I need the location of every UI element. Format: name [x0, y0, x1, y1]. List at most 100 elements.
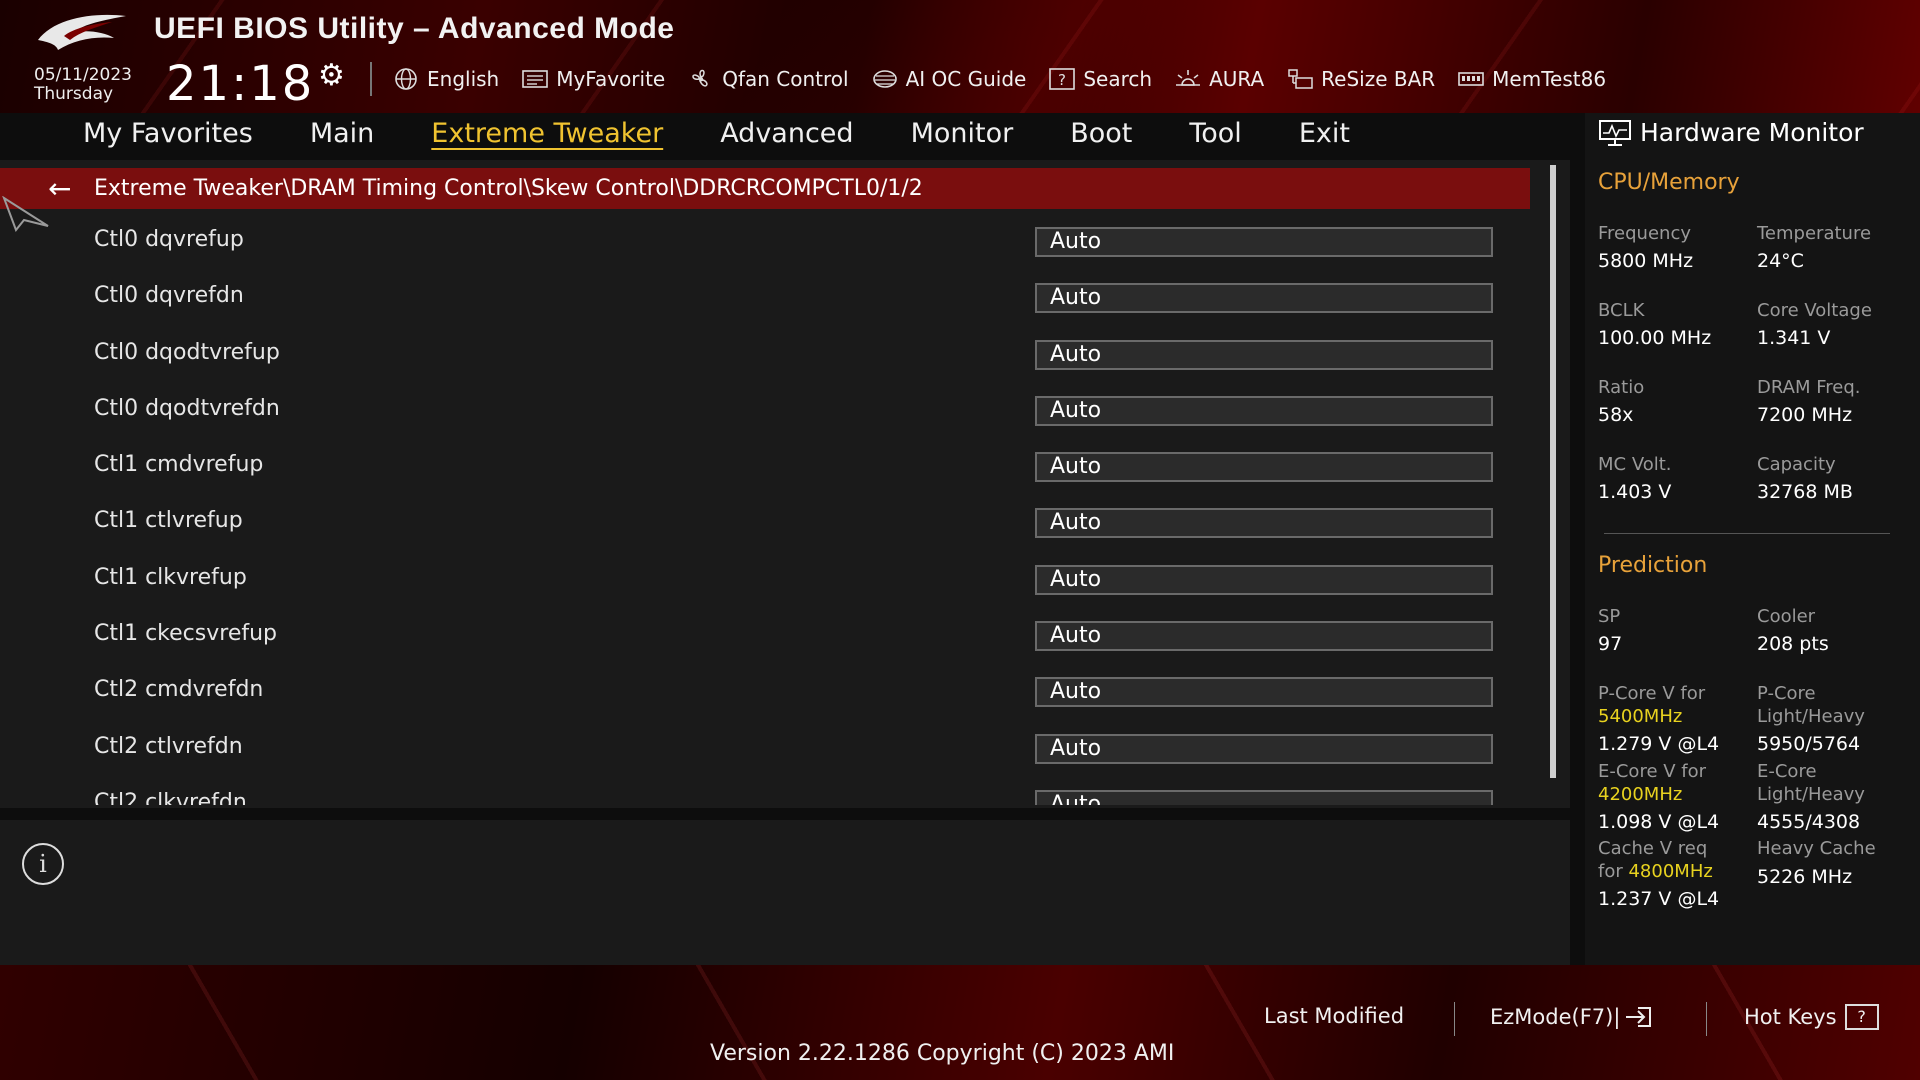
setting-value-select[interactable]: Auto: [1035, 395, 1493, 426]
setting-label: Ctl0 dqodtvrefdn: [94, 395, 280, 421]
core-voltage-value: 1.341 V: [1757, 327, 1831, 349]
ecore-v-label: E-Core V for 4200MHz: [1598, 760, 1706, 806]
search-label: Search: [1083, 67, 1153, 91]
last-modified-button[interactable]: Last Modified: [1264, 1004, 1404, 1028]
setting-row: Ctl0 dqvrefdn Auto: [0, 269, 1540, 325]
setting-value-select[interactable]: Auto: [1035, 733, 1493, 764]
tab-monitor[interactable]: Monitor: [911, 114, 1014, 155]
setting-value-select[interactable]: Auto: [1035, 508, 1493, 539]
memory-icon: [1457, 67, 1485, 91]
svg-text:?: ?: [1058, 71, 1066, 89]
capacity-value: 32768 MB: [1757, 481, 1853, 503]
breadcrumb: ← Extreme Tweaker\DRAM Timing Control\Sk…: [0, 168, 1530, 209]
memtest86-button[interactable]: MemTest86: [1457, 67, 1606, 91]
last-modified-label: Last Modified: [1264, 1004, 1405, 1028]
setting-row: Ctl0 dqodtvrefup Auto: [0, 326, 1540, 382]
cache-v-label-for: for: [1598, 861, 1623, 882]
tab-exit[interactable]: Exit: [1299, 114, 1350, 155]
globe-icon: [392, 67, 420, 91]
tab-advanced[interactable]: Advanced: [720, 114, 853, 155]
ecore-v-label-text: E-Core V for: [1598, 761, 1707, 782]
day-text: Thursday: [34, 84, 114, 104]
setting-value-select[interactable]: Auto: [1035, 789, 1493, 805]
capacity-label: Capacity: [1757, 454, 1836, 475]
hardware-monitor-title: Hardware Monitor: [1598, 118, 1864, 147]
setting-value-select[interactable]: Auto: [1035, 621, 1493, 652]
ecore-v-value: 1.098 V @L4: [1598, 811, 1720, 833]
cache-v-value: 1.237 V @L4: [1598, 888, 1720, 910]
mc-volt-value: 1.403 V: [1598, 481, 1672, 503]
language-button[interactable]: English: [392, 67, 499, 91]
help-info-panel: [0, 820, 1570, 965]
memtest86-label: MemTest86: [1492, 67, 1607, 91]
dram-freq-label: DRAM Freq.: [1757, 377, 1861, 398]
search-button[interactable]: ? Search: [1048, 67, 1152, 91]
tab-my-favorites[interactable]: My Favorites: [83, 114, 253, 155]
tab-boot[interactable]: Boot: [1070, 114, 1132, 155]
mc-volt-label: MC Volt.: [1598, 454, 1672, 475]
cooler-value: 208 pts: [1757, 633, 1829, 655]
dram-freq-value: 7200 MHz: [1757, 404, 1853, 426]
setting-value-select[interactable]: Auto: [1035, 227, 1493, 257]
settings-list: Ctl0 dqvrefup Auto Ctl0 dqvrefdn Auto Ct…: [0, 213, 1540, 805]
setting-value-select[interactable]: Auto: [1035, 339, 1493, 370]
frequency-label: Frequency: [1598, 223, 1691, 244]
help-icon: ?: [1844, 1004, 1879, 1030]
ratio-label: Ratio: [1598, 377, 1645, 398]
settings-scrollbar[interactable]: [1550, 165, 1556, 778]
setting-label: Ctl2 ctlvrefdn: [94, 733, 243, 759]
pcore-v-value: 1.279 V @L4: [1598, 733, 1720, 755]
toolbar: English MyFavorite Qfan Control AI OC Gu…: [392, 64, 1628, 94]
ai-chip-icon: [871, 67, 899, 91]
setting-label: Ctl1 ctlvrefup: [94, 508, 243, 534]
hot-keys-label: Hot Keys: [1744, 1005, 1837, 1029]
resize-bar-label: ReSize BAR: [1321, 67, 1436, 91]
myfavorite-label: MyFavorite: [556, 67, 666, 91]
tab-tool[interactable]: Tool: [1189, 114, 1241, 155]
setting-row: Ctl1 ckecsvrefup Auto: [0, 607, 1540, 663]
myfavorite-button[interactable]: MyFavorite: [521, 67, 665, 91]
rog-logo-icon: [38, 14, 126, 50]
hot-keys-button[interactable]: Hot Keys ?: [1744, 1004, 1879, 1030]
temperature-value: 24°C: [1757, 250, 1804, 272]
tab-extreme-tweaker[interactable]: Extreme Tweaker: [431, 114, 663, 155]
qfan-control-button[interactable]: Qfan Control: [687, 67, 849, 91]
pcore-v-label-text: P-Core V for: [1598, 683, 1706, 704]
ratio-value: 58x: [1598, 404, 1634, 426]
info-icon: i: [22, 843, 64, 885]
heavy-cache-value: 5226 MHz: [1757, 866, 1853, 888]
sp-value: 97: [1598, 633, 1623, 655]
setting-value-select[interactable]: Auto: [1035, 564, 1493, 595]
ezmode-label: EzMode(F7)|: [1490, 1005, 1621, 1029]
setting-value-select[interactable]: Auto: [1035, 283, 1493, 314]
ecore-lh-value: 4555/4308: [1757, 811, 1861, 833]
bclk-value: 100.00 MHz: [1598, 327, 1712, 349]
setting-label: Ctl0 dqodtvrefup: [94, 339, 280, 365]
setting-row: Ctl1 clkvrefup Auto: [0, 551, 1540, 607]
hardware-monitor-divider: [1604, 533, 1890, 534]
tab-main[interactable]: Main: [310, 114, 374, 155]
version-text: Version 2.22.1286 Copyright (C) 2023 AMI: [710, 1041, 1175, 1066]
breadcrumb-path: Extreme Tweaker\DRAM Timing Control\Skew…: [94, 176, 923, 201]
clock-display: 21:18: [166, 56, 315, 112]
resize-bar-button[interactable]: ReSize BAR: [1286, 67, 1435, 91]
aura-button[interactable]: AURA: [1174, 67, 1264, 91]
ai-oc-guide-button[interactable]: AI OC Guide: [871, 67, 1027, 91]
setting-row: Ctl2 clkvrefdn Auto: [0, 776, 1540, 805]
monitor-icon: [1599, 119, 1631, 146]
setting-label: Ctl2 cmdvrefdn: [94, 677, 264, 703]
ai-oc-guide-label: AI OC Guide: [905, 67, 1027, 91]
setting-value-select[interactable]: Auto: [1035, 677, 1493, 708]
setting-value-select[interactable]: Auto: [1035, 452, 1493, 483]
hardware-monitor-title-text: Hardware Monitor: [1640, 118, 1864, 147]
exit-arrow-icon: [1626, 1007, 1652, 1027]
prediction-heading: Prediction: [1598, 553, 1708, 578]
setting-label: Ctl1 ckecsvrefup: [94, 621, 278, 647]
back-arrow-icon[interactable]: ←: [48, 172, 88, 205]
pcore-lh-label: P-Core Light/Heavy: [1757, 682, 1865, 728]
ecore-lh-label-line1: E-Core: [1757, 761, 1817, 782]
footer-divider: [1706, 1002, 1707, 1036]
ezmode-button[interactable]: EzMode(F7)|: [1490, 1004, 1654, 1030]
gear-icon[interactable]: ⚙: [318, 58, 345, 93]
temperature-label: Temperature: [1757, 223, 1872, 244]
